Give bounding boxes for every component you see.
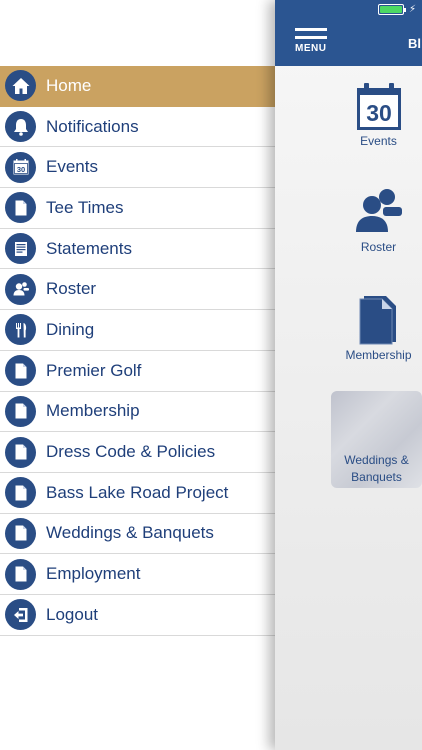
menu-item-notifications[interactable]: Notifications (0, 106, 275, 148)
calendar-day: 30 (366, 100, 392, 126)
tile-label: Events (360, 134, 397, 148)
document-icon (5, 192, 36, 224)
menu-item-weddings-banquets[interactable]: Weddings & Banquets (0, 513, 275, 555)
tile-roster[interactable]: Roster (331, 186, 422, 254)
calendar-icon: 30 (356, 83, 401, 130)
document-icon (5, 436, 36, 468)
logout-icon (5, 599, 36, 631)
document-stack-icon (359, 296, 396, 345)
tile-weddings-banquets[interactable]: Weddings & Banquets (331, 391, 422, 488)
document-icon (5, 558, 36, 590)
menu-list: Home Notifications 30 Events Tee Times S… (0, 66, 275, 636)
menu-item-tee-times[interactable]: Tee Times (0, 188, 275, 229)
menu-item-label: Premier Golf (46, 360, 142, 380)
menu-item-label: Statements (46, 238, 132, 258)
charging-icon: ⚡ (408, 4, 416, 15)
fork-knife-icon (5, 314, 36, 346)
battery-icon (377, 4, 406, 15)
hamburger-icon (295, 28, 327, 31)
menu-item-label: Notifications (46, 116, 139, 136)
menu-item-label: Roster (46, 279, 97, 299)
menu-item-label: Employment (46, 564, 141, 584)
document-icon (5, 517, 36, 549)
menu-item-employment[interactable]: Employment (0, 554, 275, 595)
top-bar: ⚡ MENU Bl (275, 0, 422, 66)
document-icon (5, 395, 36, 427)
app-screen: Home Notifications 30 Events Tee Times S… (0, 0, 422, 750)
home-icon (5, 70, 36, 102)
svg-text:30: 30 (16, 165, 24, 174)
tile-label: Weddings & Banquets (344, 453, 409, 484)
bell-icon (5, 111, 36, 143)
menu-item-label: Home (46, 75, 92, 95)
menu-item-membership[interactable]: Membership (0, 391, 275, 433)
main-panel: ⚡ MENU Bl 30 Events Roster Membership We… (275, 0, 422, 750)
calendar-icon: 30 (5, 151, 36, 183)
menu-item-label: Dress Code & Policies (46, 442, 216, 462)
navigation-drawer: Home Notifications 30 Events Tee Times S… (0, 0, 275, 750)
menu-item-home[interactable]: Home (0, 66, 275, 107)
document-icon (5, 477, 36, 509)
menu-item-label: Logout (46, 604, 98, 624)
people-icon (355, 189, 402, 232)
people-icon (5, 273, 36, 305)
menu-button-label: MENU (295, 43, 327, 54)
menu-item-label: Tee Times (46, 197, 124, 217)
menu-item-label: Weddings & Banquets (46, 523, 214, 543)
statement-icon (5, 233, 36, 265)
menu-item-events[interactable]: 30 Events (0, 147, 275, 189)
tile-events[interactable]: 30 Events (331, 82, 422, 148)
status-bar: ⚡ (377, 4, 416, 15)
menu-item-label: Events (46, 157, 98, 177)
menu-item-premier-golf[interactable]: Premier Golf (0, 350, 275, 392)
hamburger-icon (295, 36, 327, 39)
menu-item-logout[interactable]: Logout (0, 594, 275, 636)
menu-item-label: Bass Lake Road Project (46, 482, 229, 502)
menu-item-label: Dining (46, 319, 95, 339)
header-title: Bl (408, 36, 421, 51)
tile-label: Membership (345, 348, 412, 362)
tile-membership[interactable]: Membership (331, 293, 422, 362)
menu-item-statements[interactable]: Statements (0, 228, 275, 270)
menu-button[interactable]: MENU (295, 28, 329, 61)
tile-label: Roster (360, 240, 397, 254)
menu-item-label: Membership (46, 401, 140, 421)
document-icon (5, 355, 36, 387)
menu-item-bass-lake-road-project[interactable]: Bass Lake Road Project (0, 472, 275, 514)
menu-item-roster[interactable]: Roster (0, 269, 275, 311)
menu-item-dining[interactable]: Dining (0, 310, 275, 351)
menu-item-dress-code[interactable]: Dress Code & Policies (0, 432, 275, 473)
